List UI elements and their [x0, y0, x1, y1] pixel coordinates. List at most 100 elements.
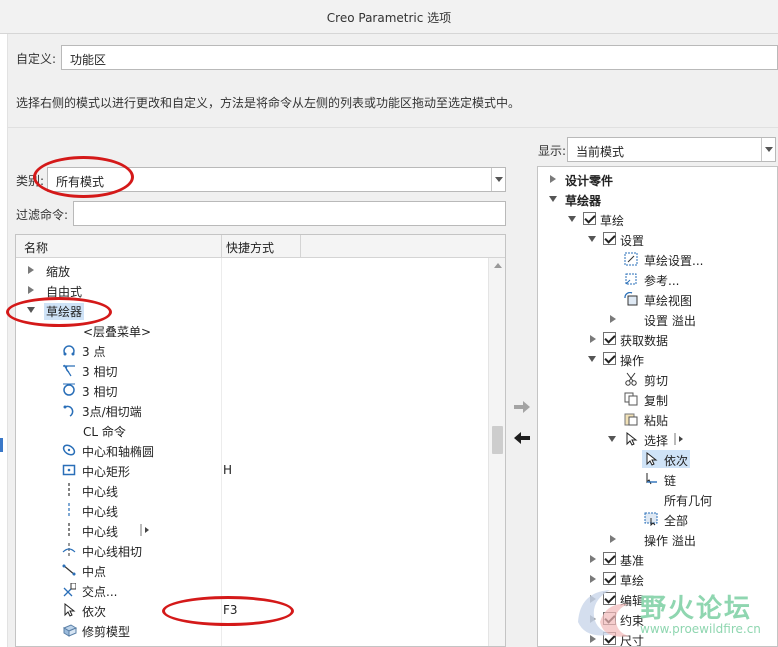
tree-node-copy[interactable]: 复制: [538, 389, 777, 409]
active-category-marker: [0, 438, 3, 452]
expand-triangle-icon[interactable]: [28, 266, 34, 274]
scroll-up-icon[interactable]: [494, 263, 502, 268]
list-item-label: CL 命令: [83, 425, 126, 439]
list-item[interactable]: 中心和轴椭圆: [16, 440, 488, 460]
checkbox-checked[interactable]: [603, 352, 616, 365]
expand-triangle-icon[interactable]: [590, 555, 596, 563]
expand-triangle-icon[interactable]: [610, 535, 616, 543]
expand-triangle-icon[interactable]: [550, 175, 556, 183]
tree-node-label: 设计零件: [565, 174, 614, 188]
tree-node-chain[interactable]: 链: [538, 469, 777, 489]
tree-node-label: 参考...: [644, 274, 680, 288]
tree-node-get-data[interactable]: 获取数据: [538, 329, 777, 349]
list-item[interactable]: 中心线: [16, 500, 488, 520]
list-item[interactable]: 自由式: [16, 280, 488, 300]
list-item-label: <层叠菜单>: [83, 325, 152, 339]
ribbon-tree: 设计零件 草绘器 草绘 设置 草绘设置... 参考... 草绘视图 设置 溢出 …: [537, 166, 778, 647]
tree-node-setup[interactable]: 设置: [538, 229, 777, 249]
watermark-url: www.proewildfire.cn: [640, 622, 761, 636]
column-header-name[interactable]: 名称: [24, 239, 48, 256]
instruction-text: 选择右侧的模式以进行更改和自定义，方法是将命令从左侧的列表或功能区拖动至选定模式…: [16, 96, 521, 110]
tree-node-label: 剪切: [644, 374, 669, 388]
list-item[interactable]: 中心线: [16, 480, 488, 500]
list-item[interactable]: 中心线相切: [16, 540, 488, 560]
tree-node-select[interactable]: 选择: [538, 429, 777, 449]
list-item[interactable]: 3点/相切端: [16, 400, 488, 420]
chevron-down-icon[interactable]: [761, 138, 775, 161]
checkbox-checked[interactable]: [583, 212, 596, 225]
display-value: 当前模式: [576, 145, 625, 159]
centerline-icon: [68, 483, 70, 497]
list-item-label: 3 相切: [82, 365, 118, 379]
tree-node-design-part[interactable]: 设计零件: [538, 169, 777, 189]
tree-node-paste[interactable]: 粘贴: [538, 409, 777, 429]
collapse-triangle-icon[interactable]: [568, 216, 576, 222]
sketch-setup-icon: [624, 252, 638, 266]
customize-value: 功能区: [70, 53, 107, 67]
tree-node-datum[interactable]: 基准: [538, 549, 777, 569]
expand-triangle-icon[interactable]: [28, 286, 34, 294]
tree-node-sketch-setup[interactable]: 草绘设置...: [538, 249, 777, 269]
list-item[interactable]: 中心线: [16, 520, 488, 540]
list-item-label: 中心线: [82, 525, 119, 539]
cascade-arrow-icon: [674, 433, 683, 445]
remove-arrow-left-icon[interactable]: [512, 430, 532, 446]
intersection-icon: [63, 583, 76, 597]
list-item-label: 交点...: [82, 585, 118, 599]
tree-node-ops-overflow[interactable]: 操作 溢出: [538, 529, 777, 549]
tree-node-group-sketch[interactable]: 草绘: [538, 209, 777, 229]
list-item-shortcut: H: [223, 463, 233, 477]
checkbox-checked[interactable]: [603, 332, 616, 345]
list-item-label: 3点/相切端: [82, 405, 142, 419]
add-arrow-right-icon[interactable]: [512, 399, 532, 415]
collapse-triangle-icon[interactable]: [588, 236, 596, 242]
tree-node-cut[interactable]: 剪切: [538, 369, 777, 389]
list-item[interactable]: 3 点: [16, 340, 488, 360]
scissors-icon: [625, 372, 637, 386]
tree-node-label: 设置 溢出: [644, 314, 696, 328]
column-header-shortcut[interactable]: 快捷方式: [226, 239, 274, 256]
list-item[interactable]: 中点: [16, 560, 488, 580]
customize-select[interactable]: 功能区: [61, 45, 778, 70]
collapse-triangle-icon[interactable]: [588, 356, 596, 362]
tree-node-label: 获取数据: [620, 334, 669, 348]
chevron-down-icon[interactable]: [491, 168, 505, 191]
tree-node-sketch-view[interactable]: 草绘视图: [538, 289, 777, 309]
collapse-triangle-icon[interactable]: [549, 196, 557, 202]
command-list-scrollbar[interactable]: [488, 258, 505, 646]
expand-triangle-icon[interactable]: [610, 315, 616, 323]
chain-select-icon: [646, 473, 657, 485]
tree-node-setup-overflow[interactable]: 设置 溢出: [538, 309, 777, 329]
tree-node-select-all[interactable]: 全部: [538, 509, 777, 529]
tree-node-label: 操作: [620, 354, 645, 368]
list-item[interactable]: CL 命令: [16, 420, 488, 440]
dialog-titlebar: Creo Parametric 选项: [0, 0, 778, 34]
list-item[interactable]: 中心矩形 H: [16, 460, 488, 480]
list-item[interactable]: 3 相切: [16, 380, 488, 400]
checkbox-checked[interactable]: [603, 552, 616, 565]
scrollbar-thumb[interactable]: [492, 426, 503, 454]
expand-triangle-icon[interactable]: [590, 335, 596, 343]
select-all-icon: [644, 512, 658, 526]
tree-node-label: 粘贴: [644, 414, 669, 428]
column-divider[interactable]: [300, 235, 301, 258]
tree-node-label: 草绘: [600, 214, 625, 228]
dialog-title: Creo Parametric 选项: [326, 11, 452, 25]
collapse-triangle-icon[interactable]: [608, 436, 616, 442]
tree-node-all-geometry[interactable]: 所有几何: [538, 489, 777, 509]
tree-node-one-by-one[interactable]: 依次: [538, 449, 777, 469]
tree-node-label: 链: [664, 474, 677, 488]
tree-node-label: 操作 溢出: [644, 534, 696, 548]
list-item[interactable]: 缩放: [16, 260, 488, 280]
column-divider[interactable]: [221, 235, 222, 258]
list-item-label: 3 点: [82, 345, 106, 359]
tree-node-sketcher-tab[interactable]: 草绘器: [538, 189, 777, 209]
list-item[interactable]: 3 相切: [16, 360, 488, 380]
tree-node-references[interactable]: 参考...: [538, 269, 777, 289]
filter-commands-input[interactable]: [73, 201, 506, 226]
checkbox-checked[interactable]: [603, 232, 616, 245]
select-arrow-icon: [626, 432, 638, 446]
display-select[interactable]: 当前模式: [567, 137, 776, 162]
midpoint-icon: [62, 564, 76, 576]
tree-node-operations[interactable]: 操作: [538, 349, 777, 369]
